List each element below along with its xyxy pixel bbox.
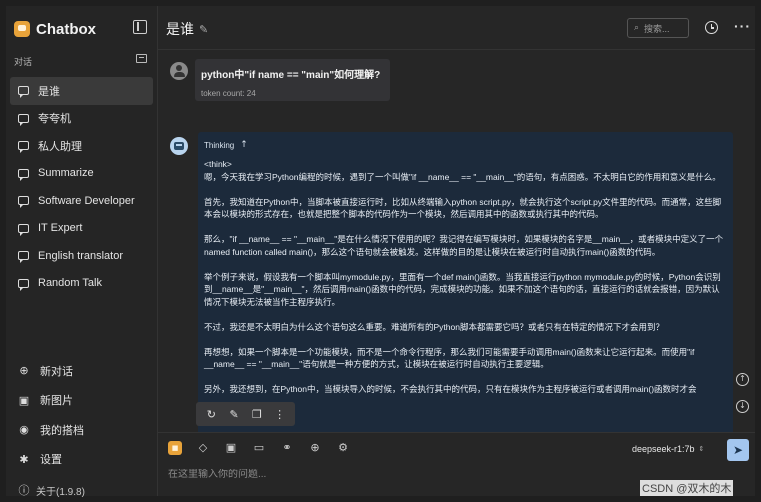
menu-label: 我的搭档 <box>40 424 84 437</box>
pencil-icon[interactable]: ✎ <box>199 23 208 36</box>
history-icon[interactable] <box>705 21 718 34</box>
chevron-updown-icon: ⇕ <box>698 445 705 453</box>
conversation-label: 是谁 <box>38 85 60 98</box>
assistant-paragraph: 另外，我还想到，在Python中，当模块导入的时候，不会执行其中的代码，只有在模… <box>204 384 697 394</box>
more-options-icon[interactable]: ··· <box>734 18 751 34</box>
gear-icon: ✱ <box>19 452 29 466</box>
user-message: python中"if name == "main"如何理解? token cou… <box>195 59 390 101</box>
folder-icon[interactable]: ▭ <box>252 441 266 455</box>
version-label: 关于(1.9.8) <box>36 486 85 498</box>
chatbox-logo-icon <box>14 21 30 37</box>
conversation-item[interactable]: 是谁 <box>10 77 153 105</box>
search-button[interactable]: ⌕ 搜索... <box>627 18 689 38</box>
assistant-paragraph: 举个例子来说，假设我有一个脚本叫mymodule.py，里面有一个def mai… <box>204 271 721 307</box>
image-add-icon: ▣ <box>18 393 30 407</box>
robot-icon: ◉ <box>19 423 29 437</box>
chat-main: 是谁 ✎ ⌕ 搜索... ··· python中"if name == "mai… <box>158 6 755 496</box>
conversation-label: Summarize <box>38 167 94 180</box>
globe-icon[interactable]: ⊕ <box>308 441 322 455</box>
settings-button[interactable]: ✱ 设置 <box>10 445 153 475</box>
copy-icon[interactable]: ❐ <box>249 408 265 421</box>
model-selector[interactable]: deepseek-r1:7b ⇕ <box>632 444 704 454</box>
conversation-label: Software Developer <box>38 194 135 207</box>
conversations-section-label: 对话 <box>14 57 33 67</box>
search-placeholder: 搜索... <box>644 23 670 34</box>
app-name: Chatbox <box>36 20 96 38</box>
conversation-title[interactable]: 是谁 ✎ <box>166 19 208 39</box>
sidebar: Chatbox 对话 是谁 夸夸机 私人助理 Summarize Softwar… <box>6 6 158 498</box>
page-title: 是谁 <box>166 21 194 37</box>
about-button[interactable]: ⓘ 关于(1.9.8) <box>18 482 85 498</box>
assistant-paragraph: 首先，我知道在Python中，当脚本被直接运行时，比如从终端输入python s… <box>204 196 722 220</box>
conversation-label: English translator <box>38 249 123 262</box>
assistant-paragraph: <think> <box>204 159 232 169</box>
conversation-item[interactable]: Summarize <box>10 160 153 188</box>
brand: Chatbox <box>14 18 96 40</box>
link-icon[interactable]: ⚭ <box>280 441 294 455</box>
new-image-button[interactable]: ▣ 新图片 <box>10 386 153 416</box>
chatbox-logo-icon[interactable]: ■ <box>168 441 182 455</box>
edit-icon[interactable]: ✎ <box>226 408 242 421</box>
send-button[interactable]: ➤ <box>727 439 749 461</box>
message-input[interactable] <box>168 469 728 480</box>
header: 是谁 ✎ ⌕ 搜索... ··· <box>158 6 755 50</box>
chat-bubble-icon <box>18 251 29 264</box>
assistant-message: Thinking ↑ <think> 嗯，今天我在学习Python编程的时候，遇… <box>198 132 733 436</box>
scroll-to-bottom-icon[interactable]: ↓ <box>736 400 749 413</box>
chat-bubble-icon <box>18 278 29 291</box>
conversation-item[interactable]: Random Talk <box>10 270 153 298</box>
chat-bubble-icon <box>18 168 29 181</box>
collapse-sidebar-icon[interactable] <box>133 20 147 34</box>
chat-bubble-icon <box>18 141 29 154</box>
archive-icon[interactable] <box>136 54 147 63</box>
menu-label: 新图片 <box>40 395 73 408</box>
message-action-toolbar: ↻ ✎ ❐ ⋮ <box>196 402 295 426</box>
conversation-item[interactable]: IT Expert <box>10 215 153 243</box>
conversation-item[interactable]: 夸夸机 <box>10 105 153 133</box>
conversation-label: 夸夸机 <box>38 113 71 126</box>
composer-toolbar: ■ ◇ ▣ ▭ ⚭ ⊕ ⚙ <box>168 441 364 455</box>
settings-sliders-icon[interactable]: ⚙ <box>336 441 350 455</box>
model-name: deepseek-r1:7b <box>632 444 695 454</box>
token-count: token count: 24 <box>201 89 256 98</box>
chatbox-window: Chatbox 对话 是谁 夸夸机 私人助理 Summarize Softwar… <box>0 0 761 502</box>
new-chat-button[interactable]: ⊕ 新对话 <box>10 356 153 386</box>
menu-label: 新对话 <box>40 365 73 378</box>
assistant-paragraph: 不过，我还是不太明白为什么这个语句这么重要。难道所有的Python脚本都需要它吗… <box>204 321 664 332</box>
conversation-item[interactable]: English translator <box>10 242 153 270</box>
menu-label: 设置 <box>40 454 62 467</box>
my-copilots-button[interactable]: ◉ 我的搭档 <box>10 415 153 445</box>
assistant-paragraph: 嗯，今天我在学习Python编程的时候，遇到了一个叫做"if __name__ … <box>204 171 721 182</box>
conversation-label: IT Expert <box>38 222 83 235</box>
sidebar-bottom-menu: ⊕ 新对话 ▣ 新图片 ◉ 我的搭档 ✱ 设置 <box>10 356 153 474</box>
scroll-to-top-icon[interactable]: ↑ <box>736 373 749 386</box>
arrow-up-icon: ↑ <box>240 140 248 150</box>
conversation-label: Random Talk <box>38 277 102 290</box>
chat-bubble-icon <box>18 223 29 236</box>
user-avatar <box>170 62 188 80</box>
chat-bubble-icon <box>18 86 29 99</box>
assistant-paragraph: 再想想，如果一个脚本是一个功能模块，而不是一个命令行程序，那么我们可能需要手动调… <box>204 346 695 370</box>
thinking-label: Thinking <box>204 140 235 150</box>
chat-bubble-icon <box>18 113 29 126</box>
assistant-paragraph: 那么，"if __name__ == "__main__"是在什么情况下使用的呢… <box>204 234 724 257</box>
eraser-icon[interactable]: ◇ <box>196 441 210 455</box>
more-vertical-icon[interactable]: ⋮ <box>272 408 288 421</box>
conversation-item[interactable]: 私人助理 <box>10 132 153 160</box>
info-icon: ⓘ <box>18 484 30 497</box>
search-icon: ⌕ <box>634 23 640 33</box>
thinking-toggle[interactable]: Thinking ↑ <box>204 140 727 150</box>
conversation-label: 私人助理 <box>38 140 82 153</box>
user-message-text: python中"if name == "main"如何理解? <box>201 70 381 81</box>
assistant-avatar <box>170 137 188 155</box>
watermark: CSDN @双木的木 <box>640 480 734 496</box>
image-icon[interactable]: ▣ <box>224 441 238 455</box>
chat-bubble-icon <box>18 196 29 209</box>
plus-circle-icon: ⊕ <box>19 364 29 378</box>
conversation-list: 是谁 夸夸机 私人助理 Summarize Software Developer… <box>10 77 153 297</box>
regenerate-icon[interactable]: ↻ <box>203 408 219 421</box>
conversation-item[interactable]: Software Developer <box>10 187 153 215</box>
